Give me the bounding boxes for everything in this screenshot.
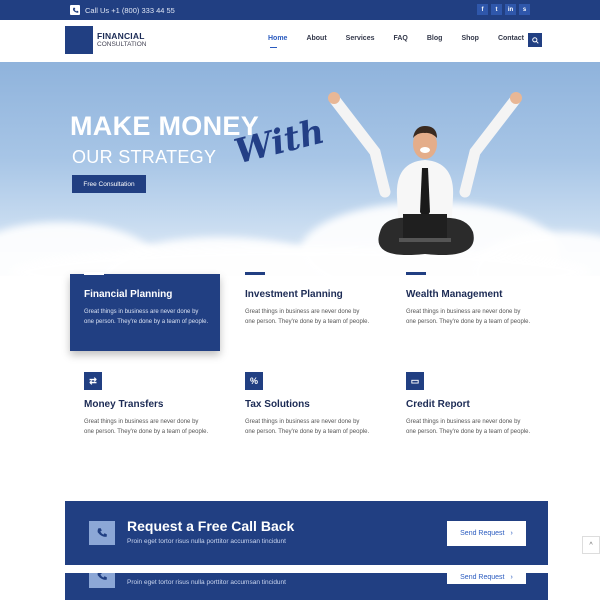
- main-nav: Home About Services FAQ Blog Shop Contac…: [268, 35, 543, 48]
- send-request-button[interactable]: Send Request ›: [447, 573, 526, 584]
- phone-icon: [89, 521, 115, 545]
- service-card-wealth-management[interactable]: Wealth Management Great things in busine…: [392, 272, 542, 351]
- social-links: f t in s: [477, 4, 530, 15]
- linkedin-icon[interactable]: in: [505, 4, 516, 15]
- exchange-icon: ⇄: [84, 372, 102, 390]
- call-back-subtitle: Proin eget tortor risus nulla porttitor …: [127, 538, 286, 545]
- send-request-label: Send Request: [460, 574, 505, 581]
- call-back-subtitle: Proin eget tortor risus nulla porttitor …: [127, 579, 286, 586]
- facebook-icon[interactable]: f: [477, 4, 488, 15]
- free-consultation-button[interactable]: Free Consultation: [72, 175, 146, 193]
- call-back-banner-duplicate: Proin eget tortor risus nulla porttitor …: [65, 573, 548, 600]
- service-text: Great things in business are never done …: [245, 419, 370, 435]
- logo-line1: FINANCIAL: [97, 31, 145, 41]
- accent-bar: [406, 272, 426, 275]
- service-card-money-transfers[interactable]: ⇄ Money Transfers Great things in busine…: [70, 372, 220, 461]
- service-card-tax-solutions[interactable]: % Tax Solutions Great things in business…: [231, 372, 381, 461]
- nav-shop[interactable]: Shop: [461, 35, 479, 42]
- service-card-credit-report[interactable]: ▭ Credit Report Great things in business…: [392, 372, 542, 461]
- search-icon: [531, 36, 539, 44]
- service-text: Great things in business are never done …: [84, 419, 209, 435]
- percent-icon: %: [245, 372, 263, 390]
- service-title: Credit Report: [406, 399, 470, 410]
- nav-blog[interactable]: Blog: [427, 35, 443, 42]
- service-title: Financial Planning: [84, 289, 173, 300]
- hero-banner: MAKE MONEY OUR STRATEGY With Free Consul…: [0, 62, 600, 276]
- businessman-illustration: [328, 92, 522, 256]
- service-title: Tax Solutions: [245, 399, 310, 410]
- nav-services[interactable]: Services: [346, 35, 375, 42]
- skype-icon[interactable]: s: [519, 4, 530, 15]
- logo-line2: CONSULTATION: [97, 40, 147, 48]
- chevron-up-icon: ^: [589, 541, 593, 549]
- send-request-button[interactable]: Send Request ›: [447, 521, 526, 546]
- nav-contact[interactable]: Contact: [498, 35, 524, 42]
- phone-number: Call Us +1 (800) 333 44 55: [85, 5, 175, 15]
- service-text: Great things in business are never done …: [406, 419, 531, 435]
- call-back-banner: Request a Free Call Back Proin eget tort…: [65, 501, 548, 565]
- service-title: Wealth Management: [406, 289, 503, 300]
- service-card-investment-planning[interactable]: Investment Planning Great things in busi…: [231, 272, 381, 351]
- service-title: Money Transfers: [84, 399, 164, 410]
- accent-bar: [84, 272, 104, 275]
- hero-title-line2: OUR STRATEGY: [72, 147, 217, 167]
- send-request-label: Send Request: [460, 530, 505, 537]
- accent-bar: [245, 272, 265, 275]
- logo-text: FINANCIAL CONSULTATION: [97, 32, 146, 48]
- chevron-right-icon: ›: [510, 574, 513, 581]
- chevron-right-icon: ›: [510, 530, 513, 537]
- credit-card-icon: ▭: [406, 372, 424, 390]
- contact-phone[interactable]: Call Us +1 (800) 333 44 55: [70, 4, 175, 16]
- site-header: FINANCIAL CONSULTATION Home About Servic…: [0, 20, 600, 62]
- nav-faq[interactable]: FAQ: [393, 35, 407, 42]
- nav-home[interactable]: Home: [268, 35, 287, 48]
- service-text: Great things in business are never done …: [84, 309, 209, 325]
- search-button[interactable]: [528, 33, 542, 47]
- service-card-financial-planning[interactable]: Financial Planning Great things in busin…: [70, 272, 220, 351]
- call-back-title: Request a Free Call Back: [127, 518, 295, 534]
- twitter-icon[interactable]: t: [491, 4, 502, 15]
- service-title: Investment Planning: [245, 289, 343, 300]
- logo[interactable]: FINANCIAL CONSULTATION: [65, 26, 146, 54]
- phone-icon: [70, 5, 80, 15]
- scroll-to-top-button[interactable]: ^: [582, 536, 600, 554]
- phone-icon: [89, 573, 115, 588]
- nav-about[interactable]: About: [306, 35, 326, 42]
- top-bar: Call Us +1 (800) 333 44 55 f t in s: [0, 0, 600, 20]
- service-text: Great things in business are never done …: [245, 309, 370, 325]
- logo-mark: [65, 26, 93, 54]
- service-text: Great things in business are never done …: [406, 309, 531, 325]
